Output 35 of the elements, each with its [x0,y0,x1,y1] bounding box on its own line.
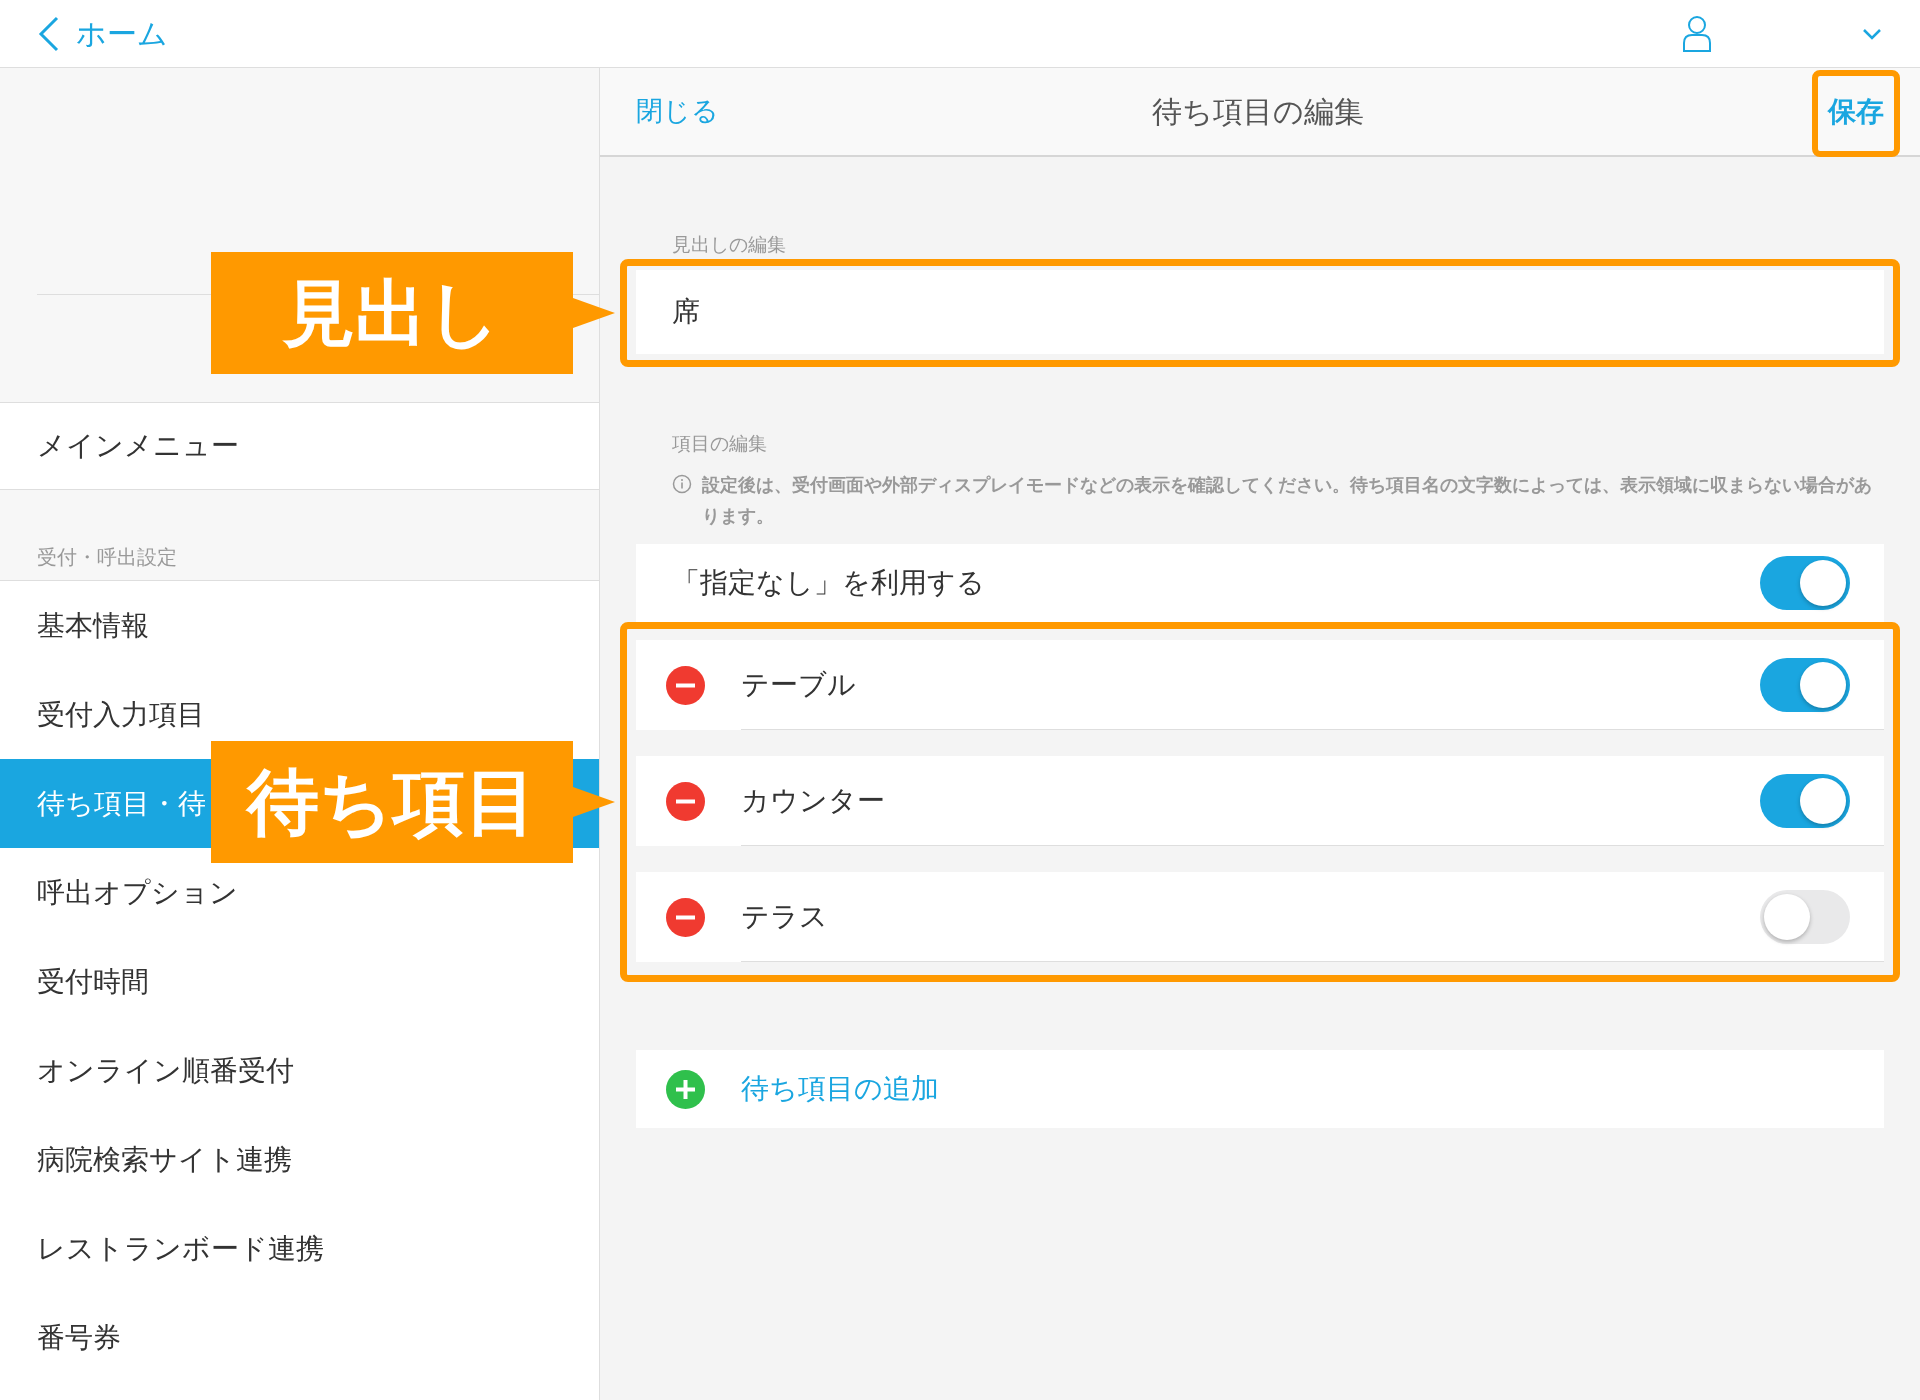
user-icon[interactable] [1682,14,1712,53]
item-label: テラス [741,899,829,934]
toggle-switch[interactable] [1760,556,1850,610]
remove-icon[interactable] [666,781,705,821]
add-icon[interactable] [666,1069,705,1109]
sidebar-item[interactable]: 受付時間 [37,960,149,1003]
sidebar-item[interactable]: 病院検索サイト連携 [37,1138,292,1181]
toggle-switch[interactable] [1760,889,1850,944]
sidebar-item[interactable]: 番号券 [37,1316,121,1359]
callout-pointer [573,298,615,328]
option-label: 「指定なし」を利用する [672,566,986,600]
sidebar-item[interactable]: 受付入力項目 [37,693,205,736]
sidebar-item[interactable]: 呼出オプション [37,871,238,914]
chevron-down-icon[interactable] [1862,27,1882,40]
callout-label: 見出し [211,252,573,374]
toggle-switch[interactable] [1760,773,1850,828]
sidebar-item[interactable]: レストランボード連携 [37,1227,324,1270]
callout-label: 待ち項目 [211,741,573,863]
remove-icon[interactable] [666,897,705,937]
heading-input-field[interactable]: 席 [636,269,1884,354]
section-label: 受付・呼出設定 [37,545,177,570]
info-note: 設定後は、受付画面や外部ディスプレイモードなどの表示を確認してください。待ち項目名の文字数によっては、表示領域に収まらない場合があります。 [702,474,1873,528]
sidebar-item[interactable]: オンライン順番受付 [37,1049,294,1092]
callout-pointer [573,787,615,817]
panel-title: 待ち項目の編集 [1152,94,1364,130]
section-label: 見出しの編集 [672,233,787,257]
toggle-switch[interactable] [1760,657,1850,712]
sidebar-item[interactable]: メインメニュー [0,402,599,490]
sidebar-item[interactable]: 基本情報 [37,604,149,647]
item-label: カウンター [741,783,886,818]
section-label: 項目の編集 [672,431,768,456]
info-icon [672,474,692,494]
back-icon[interactable] [38,15,60,52]
item-label: テーブル [741,667,857,702]
remove-icon[interactable] [666,665,705,705]
